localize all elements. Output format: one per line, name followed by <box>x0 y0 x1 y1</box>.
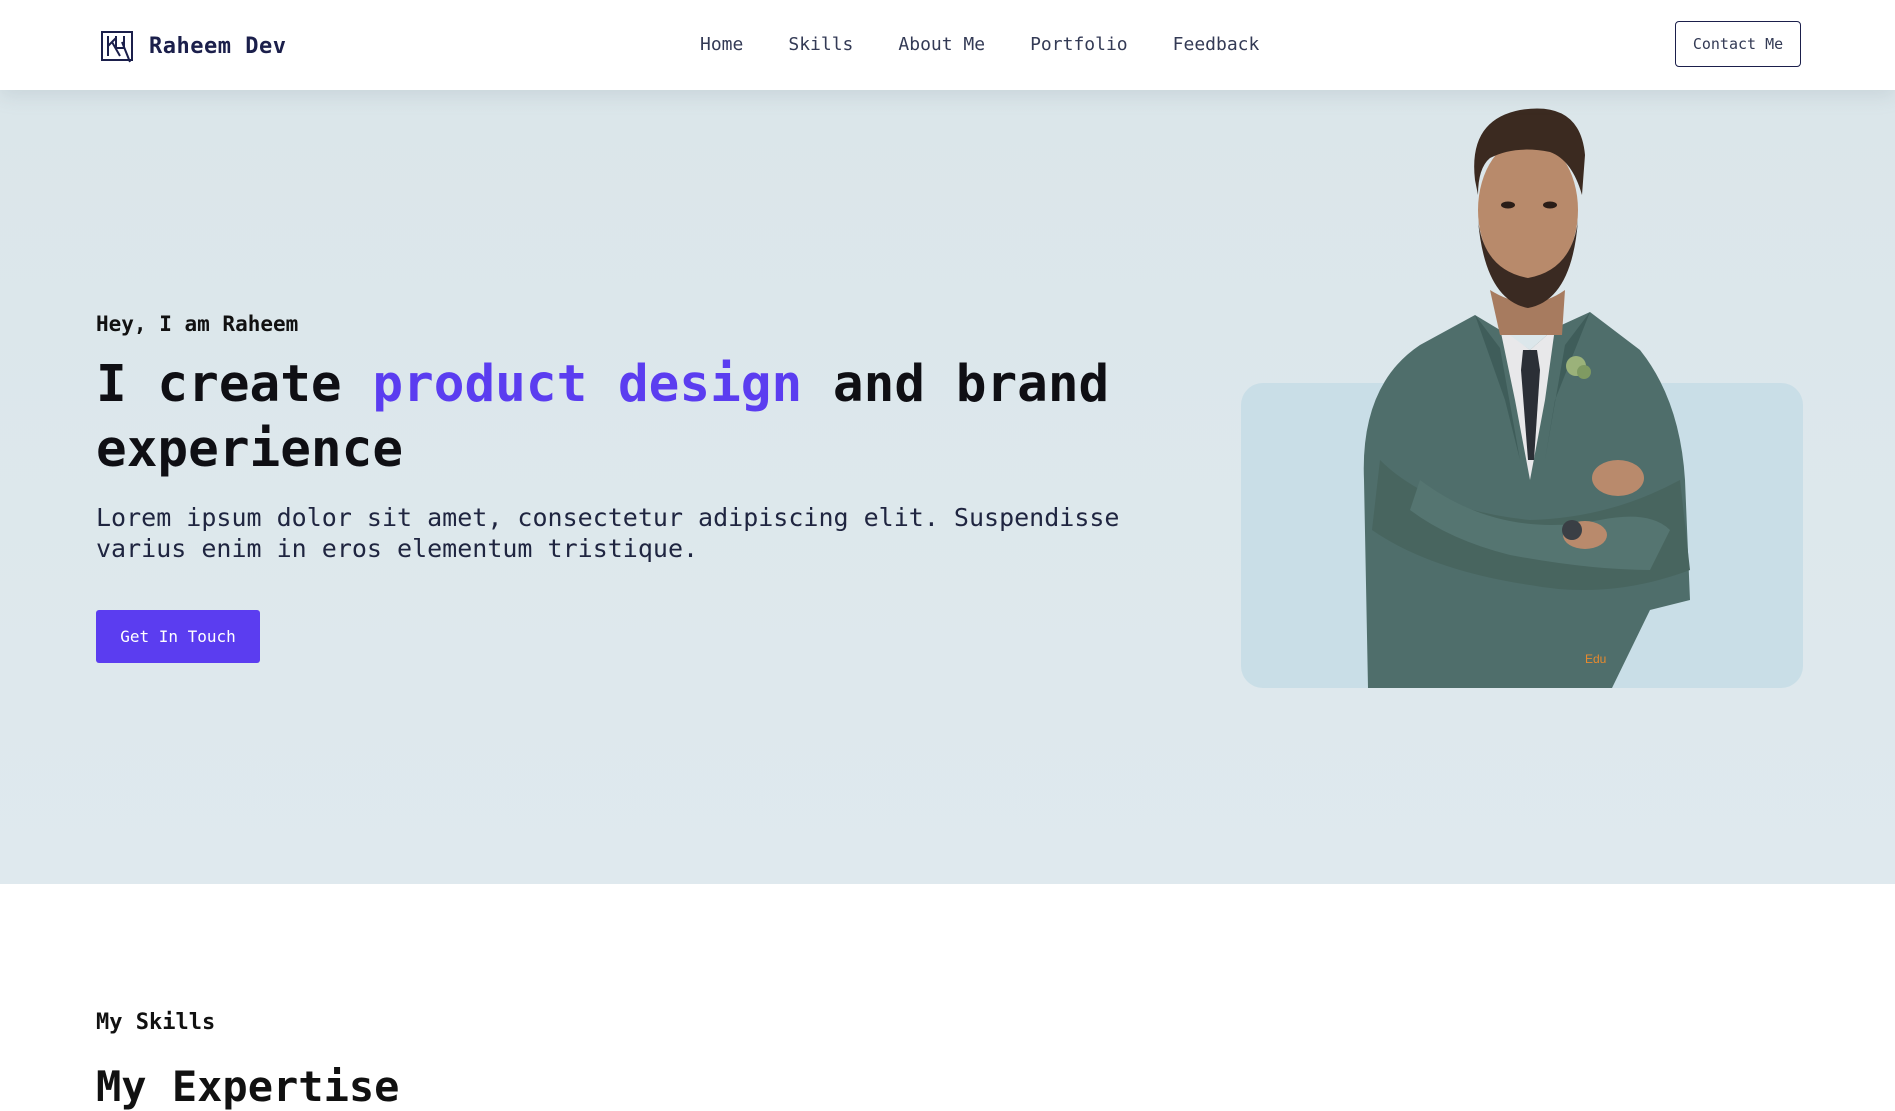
main-nav: Home Skills About Me Portfolio Feedback <box>700 34 1304 55</box>
nav-item-feedback[interactable]: Feedback <box>1173 34 1260 55</box>
site-header: Raheem Dev Home Skills About Me Portfoli… <box>0 0 1895 90</box>
hero-greeting: Hey, I am Raheem <box>96 312 299 336</box>
headline-accent: product design <box>372 355 803 414</box>
get-in-touch-button[interactable]: Get In Touch <box>96 610 260 663</box>
skills-title: My Expertise <box>96 1062 400 1111</box>
brand-name: Raheem Dev <box>149 33 287 59</box>
nav-item-skills[interactable]: Skills <box>788 34 853 55</box>
skills-kicker: My Skills <box>96 1010 216 1035</box>
nav-item-home[interactable]: Home <box>700 34 743 55</box>
photo-watermark: Edu <box>1585 652 1607 666</box>
hero-description: Lorem ipsum dolor sit amet, consectetur … <box>96 503 1120 563</box>
headline-text-start: I create <box>96 355 373 414</box>
contact-me-button[interactable]: Contact Me <box>1675 21 1801 67</box>
portrait-image <box>1363 108 1690 688</box>
nav-item-about[interactable]: About Me <box>898 34 985 55</box>
hero-headline: I create product design and brand experi… <box>96 352 1156 482</box>
skills-section: My Skills My Expertise <box>0 884 1895 1111</box>
brand-logo[interactable]: Raheem Dev <box>100 28 286 64</box>
nav-item-portfolio[interactable]: Portfolio <box>1030 34 1128 55</box>
rh-monogram-icon <box>101 31 133 63</box>
